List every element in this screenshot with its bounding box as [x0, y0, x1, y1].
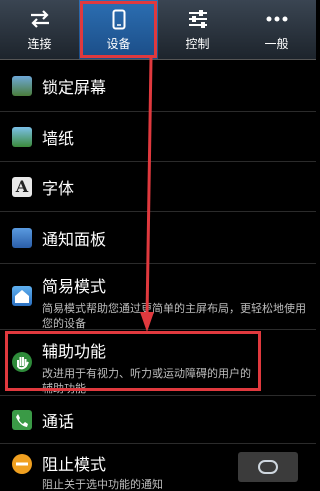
annotation-arrow [140, 57, 154, 332]
